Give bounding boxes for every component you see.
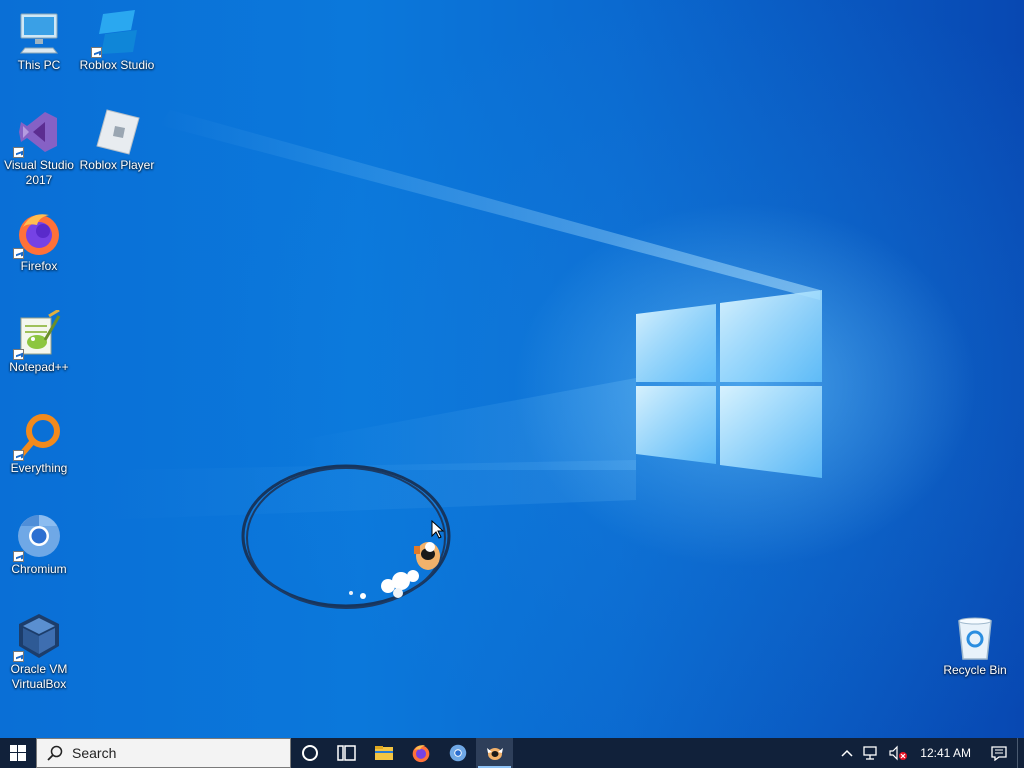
desktop-icon-label: Everything <box>10 461 68 475</box>
desktop-icon-label: Chromium <box>11 562 67 576</box>
desktop-icon-label: Roblox Studio <box>79 58 155 72</box>
network-icon <box>863 746 877 760</box>
desktop-icon-label: This PC <box>17 58 61 72</box>
shortcut-arrow-icon <box>13 147 24 158</box>
shortcut-arrow-icon <box>13 349 24 360</box>
desktop-icon-label: Visual Studio 2017 <box>4 158 74 187</box>
shortcut-arrow-icon <box>13 248 24 259</box>
desktop-icon-roblox-player[interactable]: Roblox Player <box>79 108 155 173</box>
desktop-icon-visual-studio[interactable]: Visual Studio 2017 <box>1 108 77 188</box>
taskbar-search-box[interactable]: Search <box>36 738 291 768</box>
chromium-icon <box>449 744 466 762</box>
computer-icon <box>15 8 63 56</box>
desktop-icon-chromium[interactable]: Chromium <box>1 512 77 577</box>
windows-start-icon <box>10 745 26 761</box>
notepad-plus-plus-icon <box>13 308 63 360</box>
virtualbox-icon <box>13 612 63 662</box>
firefox-taskbar-button[interactable] <box>402 738 439 768</box>
desktop-icon-label: Oracle VM VirtualBox <box>10 662 68 691</box>
desktop-background: This PC Roblox Studio Visual Studio 2017 <box>0 0 1024 738</box>
desktop-icon-label: Roblox Player <box>79 158 155 172</box>
desktop-icon-label: Firefox <box>20 259 58 273</box>
notification-icon <box>991 746 1007 761</box>
clock[interactable]: 12:41 AM <box>912 738 981 768</box>
search-placeholder: Search <box>72 745 117 761</box>
visual-studio-icon <box>13 108 63 158</box>
roblox-player-icon <box>93 108 141 156</box>
cortana-icon <box>301 745 318 761</box>
show-hidden-icons-button[interactable] <box>836 738 858 768</box>
desktop-icon-everything[interactable]: Everything <box>1 411 77 476</box>
firefox-icon <box>13 209 63 259</box>
running-app-icon <box>486 748 503 760</box>
desktop-icon-firefox[interactable]: Firefox <box>1 209 77 274</box>
shortcut-arrow-icon <box>13 450 24 461</box>
action-center-button[interactable] <box>981 738 1017 768</box>
start-button[interactable] <box>0 738 36 768</box>
shortcut-arrow-icon <box>13 651 24 662</box>
desktop-icon-label: Notepad++ <box>9 360 69 374</box>
shortcut-arrow-icon <box>13 551 24 562</box>
desktop-icon-this-pc[interactable]: This PC <box>1 8 77 73</box>
recycle-bin-icon <box>951 613 999 661</box>
windows-wallpaper-logo <box>636 288 824 480</box>
desktop-icon-notepad-plus-plus[interactable]: Notepad++ <box>1 308 77 375</box>
task-view-icon <box>336 745 356 761</box>
volume-muted-icon <box>889 745 908 761</box>
desktop-icon-recycle-bin[interactable]: Recycle Bin <box>937 613 1013 678</box>
cortana-button[interactable] <box>291 738 328 768</box>
file-explorer-taskbar-button[interactable] <box>365 738 402 768</box>
volume-button[interactable] <box>884 738 912 768</box>
everything-search-icon <box>13 411 63 461</box>
task-view-button[interactable] <box>328 738 365 768</box>
network-button[interactable] <box>858 738 884 768</box>
desktop-icon-roblox-studio[interactable]: Roblox Studio <box>79 8 155 73</box>
mouse-cursor-icon <box>431 520 445 539</box>
chromium-icon <box>13 512 63 562</box>
show-desktop-button[interactable] <box>1017 738 1024 768</box>
firefox-icon <box>412 745 429 763</box>
search-icon <box>47 745 63 761</box>
desktop-icon-label: Recycle Bin <box>943 663 1007 677</box>
taskbar: Search 12:41 AM <box>0 738 1024 768</box>
chromium-taskbar-button[interactable] <box>439 738 476 768</box>
running-app-taskbar-button[interactable] <box>476 738 513 768</box>
shortcut-arrow-icon <box>91 47 102 58</box>
chevron-up-icon <box>841 749 853 757</box>
desktop-icon-virtualbox[interactable]: Oracle VM VirtualBox <box>1 612 77 692</box>
system-tray: 12:41 AM <box>836 738 1024 768</box>
roblox-studio-icon <box>91 8 141 58</box>
file-explorer-icon <box>374 746 393 760</box>
